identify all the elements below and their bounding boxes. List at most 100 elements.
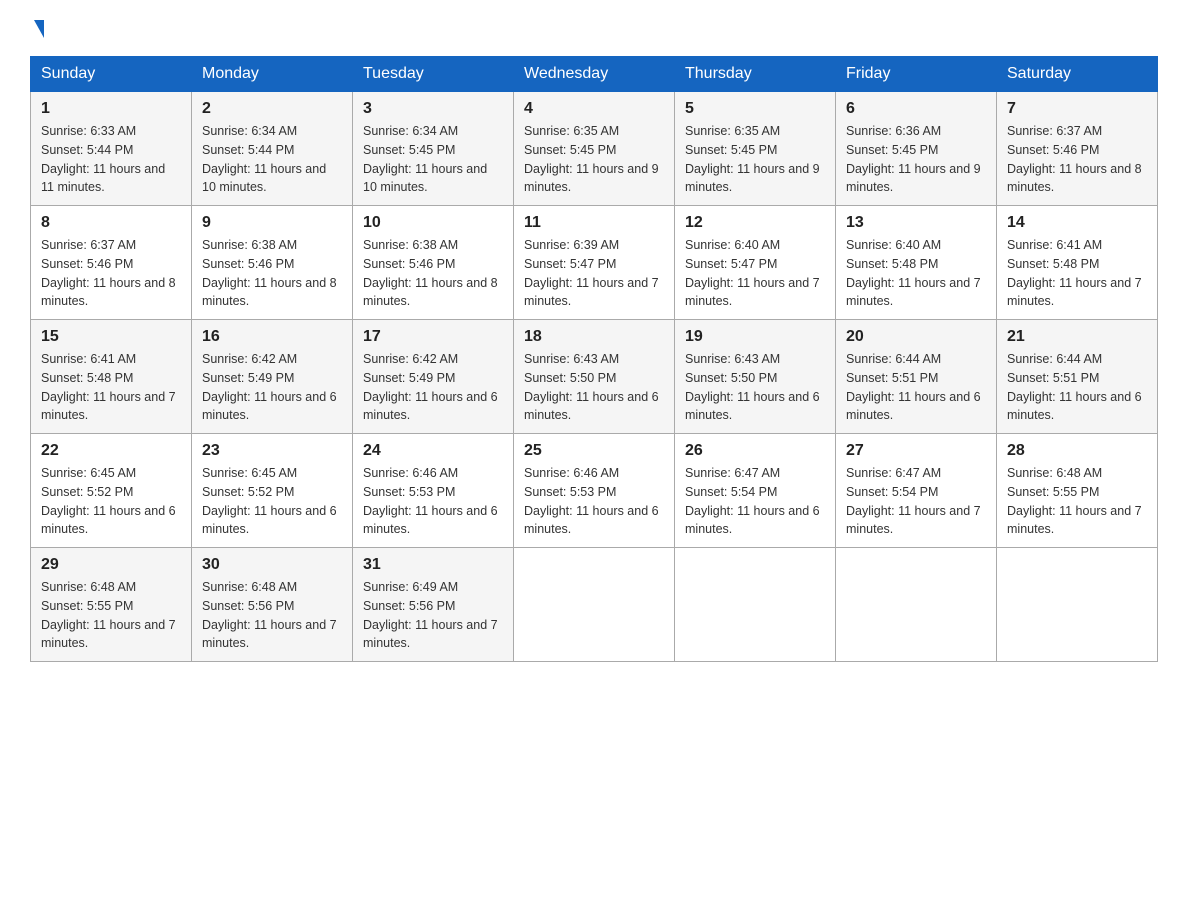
day-number: 11 [524, 214, 664, 232]
calendar-cell: 21 Sunrise: 6:44 AMSunset: 5:51 PMDaylig… [997, 320, 1158, 434]
calendar-cell: 8 Sunrise: 6:37 AMSunset: 5:46 PMDayligh… [31, 206, 192, 320]
col-header-monday: Monday [192, 57, 353, 92]
day-number: 19 [685, 328, 825, 346]
calendar-cell [675, 548, 836, 662]
day-number: 10 [363, 214, 503, 232]
calendar-cell: 11 Sunrise: 6:39 AMSunset: 5:47 PMDaylig… [514, 206, 675, 320]
calendar-cell: 3 Sunrise: 6:34 AMSunset: 5:45 PMDayligh… [353, 92, 514, 206]
day-number: 20 [846, 328, 986, 346]
calendar-cell: 18 Sunrise: 6:43 AMSunset: 5:50 PMDaylig… [514, 320, 675, 434]
day-number: 22 [41, 442, 181, 460]
calendar-cell: 13 Sunrise: 6:40 AMSunset: 5:48 PMDaylig… [836, 206, 997, 320]
calendar-cell [514, 548, 675, 662]
day-info: Sunrise: 6:44 AMSunset: 5:51 PMDaylight:… [846, 352, 981, 422]
calendar-cell: 12 Sunrise: 6:40 AMSunset: 5:47 PMDaylig… [675, 206, 836, 320]
day-info: Sunrise: 6:40 AMSunset: 5:47 PMDaylight:… [685, 238, 820, 308]
calendar-cell: 19 Sunrise: 6:43 AMSunset: 5:50 PMDaylig… [675, 320, 836, 434]
day-number: 18 [524, 328, 664, 346]
day-number: 16 [202, 328, 342, 346]
day-info: Sunrise: 6:36 AMSunset: 5:45 PMDaylight:… [846, 124, 981, 194]
calendar-cell [997, 548, 1158, 662]
day-info: Sunrise: 6:40 AMSunset: 5:48 PMDaylight:… [846, 238, 981, 308]
day-info: Sunrise: 6:46 AMSunset: 5:53 PMDaylight:… [363, 466, 498, 536]
day-info: Sunrise: 6:38 AMSunset: 5:46 PMDaylight:… [202, 238, 337, 308]
day-info: Sunrise: 6:37 AMSunset: 5:46 PMDaylight:… [41, 238, 176, 308]
day-info: Sunrise: 6:35 AMSunset: 5:45 PMDaylight:… [524, 124, 659, 194]
day-info: Sunrise: 6:48 AMSunset: 5:55 PMDaylight:… [1007, 466, 1142, 536]
col-header-sunday: Sunday [31, 57, 192, 92]
day-number: 14 [1007, 214, 1147, 232]
day-info: Sunrise: 6:49 AMSunset: 5:56 PMDaylight:… [363, 580, 498, 650]
day-info: Sunrise: 6:34 AMSunset: 5:44 PMDaylight:… [202, 124, 326, 194]
calendar-cell: 24 Sunrise: 6:46 AMSunset: 5:53 PMDaylig… [353, 434, 514, 548]
col-header-tuesday: Tuesday [353, 57, 514, 92]
calendar-cell: 25 Sunrise: 6:46 AMSunset: 5:53 PMDaylig… [514, 434, 675, 548]
day-info: Sunrise: 6:41 AMSunset: 5:48 PMDaylight:… [41, 352, 176, 422]
day-number: 27 [846, 442, 986, 460]
day-number: 6 [846, 100, 986, 118]
day-number: 17 [363, 328, 503, 346]
day-number: 12 [685, 214, 825, 232]
calendar-cell: 5 Sunrise: 6:35 AMSunset: 5:45 PMDayligh… [675, 92, 836, 206]
day-info: Sunrise: 6:35 AMSunset: 5:45 PMDaylight:… [685, 124, 820, 194]
day-info: Sunrise: 6:45 AMSunset: 5:52 PMDaylight:… [41, 466, 176, 536]
day-number: 3 [363, 100, 503, 118]
day-number: 15 [41, 328, 181, 346]
col-header-thursday: Thursday [675, 57, 836, 92]
day-number: 28 [1007, 442, 1147, 460]
day-info: Sunrise: 6:48 AMSunset: 5:56 PMDaylight:… [202, 580, 337, 650]
calendar-cell: 20 Sunrise: 6:44 AMSunset: 5:51 PMDaylig… [836, 320, 997, 434]
day-info: Sunrise: 6:41 AMSunset: 5:48 PMDaylight:… [1007, 238, 1142, 308]
calendar-cell: 23 Sunrise: 6:45 AMSunset: 5:52 PMDaylig… [192, 434, 353, 548]
day-number: 13 [846, 214, 986, 232]
calendar-cell [836, 548, 997, 662]
day-number: 2 [202, 100, 342, 118]
calendar-cell: 9 Sunrise: 6:38 AMSunset: 5:46 PMDayligh… [192, 206, 353, 320]
calendar-cell: 15 Sunrise: 6:41 AMSunset: 5:48 PMDaylig… [31, 320, 192, 434]
day-info: Sunrise: 6:43 AMSunset: 5:50 PMDaylight:… [685, 352, 820, 422]
day-info: Sunrise: 6:42 AMSunset: 5:49 PMDaylight:… [202, 352, 337, 422]
calendar-table: SundayMondayTuesdayWednesdayThursdayFrid… [30, 56, 1158, 662]
logo [30, 20, 44, 38]
page-header [30, 20, 1158, 38]
calendar-cell: 10 Sunrise: 6:38 AMSunset: 5:46 PMDaylig… [353, 206, 514, 320]
day-number: 30 [202, 556, 342, 574]
day-number: 24 [363, 442, 503, 460]
day-info: Sunrise: 6:47 AMSunset: 5:54 PMDaylight:… [685, 466, 820, 536]
day-number: 23 [202, 442, 342, 460]
day-info: Sunrise: 6:47 AMSunset: 5:54 PMDaylight:… [846, 466, 981, 536]
calendar-cell: 2 Sunrise: 6:34 AMSunset: 5:44 PMDayligh… [192, 92, 353, 206]
col-header-saturday: Saturday [997, 57, 1158, 92]
day-info: Sunrise: 6:45 AMSunset: 5:52 PMDaylight:… [202, 466, 337, 536]
calendar-cell: 26 Sunrise: 6:47 AMSunset: 5:54 PMDaylig… [675, 434, 836, 548]
calendar-cell: 14 Sunrise: 6:41 AMSunset: 5:48 PMDaylig… [997, 206, 1158, 320]
calendar-cell: 28 Sunrise: 6:48 AMSunset: 5:55 PMDaylig… [997, 434, 1158, 548]
col-header-wednesday: Wednesday [514, 57, 675, 92]
day-info: Sunrise: 6:48 AMSunset: 5:55 PMDaylight:… [41, 580, 176, 650]
calendar-cell: 7 Sunrise: 6:37 AMSunset: 5:46 PMDayligh… [997, 92, 1158, 206]
calendar-cell: 30 Sunrise: 6:48 AMSunset: 5:56 PMDaylig… [192, 548, 353, 662]
calendar-cell: 29 Sunrise: 6:48 AMSunset: 5:55 PMDaylig… [31, 548, 192, 662]
calendar-cell: 16 Sunrise: 6:42 AMSunset: 5:49 PMDaylig… [192, 320, 353, 434]
day-info: Sunrise: 6:33 AMSunset: 5:44 PMDaylight:… [41, 124, 165, 194]
day-info: Sunrise: 6:44 AMSunset: 5:51 PMDaylight:… [1007, 352, 1142, 422]
calendar-cell: 6 Sunrise: 6:36 AMSunset: 5:45 PMDayligh… [836, 92, 997, 206]
day-info: Sunrise: 6:39 AMSunset: 5:47 PMDaylight:… [524, 238, 659, 308]
day-number: 31 [363, 556, 503, 574]
col-header-friday: Friday [836, 57, 997, 92]
calendar-cell: 1 Sunrise: 6:33 AMSunset: 5:44 PMDayligh… [31, 92, 192, 206]
day-info: Sunrise: 6:34 AMSunset: 5:45 PMDaylight:… [363, 124, 487, 194]
day-number: 4 [524, 100, 664, 118]
day-info: Sunrise: 6:38 AMSunset: 5:46 PMDaylight:… [363, 238, 498, 308]
logo-triangle-icon [34, 20, 44, 38]
day-number: 29 [41, 556, 181, 574]
calendar-cell: 22 Sunrise: 6:45 AMSunset: 5:52 PMDaylig… [31, 434, 192, 548]
day-info: Sunrise: 6:37 AMSunset: 5:46 PMDaylight:… [1007, 124, 1142, 194]
day-info: Sunrise: 6:46 AMSunset: 5:53 PMDaylight:… [524, 466, 659, 536]
calendar-cell: 4 Sunrise: 6:35 AMSunset: 5:45 PMDayligh… [514, 92, 675, 206]
day-number: 21 [1007, 328, 1147, 346]
calendar-cell: 31 Sunrise: 6:49 AMSunset: 5:56 PMDaylig… [353, 548, 514, 662]
day-number: 7 [1007, 100, 1147, 118]
day-number: 5 [685, 100, 825, 118]
day-number: 9 [202, 214, 342, 232]
